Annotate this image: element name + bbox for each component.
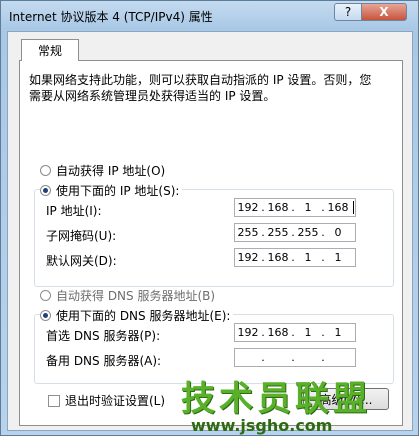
gw-octet-3: 1 bbox=[304, 251, 312, 264]
ip-address-input[interactable]: 192. 168. 1. 168 bbox=[234, 198, 356, 217]
ip-octet-3: 1 bbox=[304, 201, 312, 214]
gw-octet-4: 1 bbox=[334, 251, 342, 264]
tab-panel: 如果网络支持此功能，则可以获取自动指派的 IP 设置。否则，您需要从网络系统管理… bbox=[19, 60, 403, 426]
radio-auto-dns-label: 自动获得 DNS 服务器地址(B) bbox=[56, 289, 216, 303]
radio-auto-ip-label: 自动获得 IP 地址(O) bbox=[56, 164, 166, 178]
default-gateway-input[interactable]: 192. 168. 1. 1 bbox=[234, 248, 356, 267]
default-gateway-label: 默认网关(D): bbox=[46, 254, 117, 268]
radio-auto-ip-circle[interactable] bbox=[40, 165, 51, 176]
pdns-octet-2: 168 bbox=[267, 326, 289, 339]
mask-octet-4: 0 bbox=[334, 226, 342, 239]
radio-manual-ip-label: 使用下面的 IP 地址(S): bbox=[56, 184, 180, 198]
close-button[interactable]: X bbox=[361, 3, 407, 21]
radio-manual-dns-label: 使用下面的 DNS 服务器地址(E): bbox=[56, 309, 231, 323]
validate-checkbox-box[interactable] bbox=[48, 394, 60, 407]
mask-octet-1: 255 bbox=[237, 226, 259, 239]
ip-octet-1: 192 bbox=[237, 201, 259, 214]
window-title: Internet 协议版本 4 (TCP/IPv4) 属性 bbox=[9, 10, 213, 24]
intro-text: 如果网络支持此功能，则可以获取自动指派的 IP 设置。否则，您需要从网络系统管理… bbox=[29, 73, 372, 103]
question-icon: ? bbox=[344, 5, 352, 19]
alternate-dns-label: 备用 DNS 服务器(A): bbox=[46, 354, 162, 368]
radio-manual-ip[interactable]: 使用下面的 IP 地址(S): bbox=[40, 182, 183, 199]
subnet-mask-input[interactable]: 255. 255. 255. 0 bbox=[234, 223, 356, 242]
gw-octet-1: 192 bbox=[237, 251, 259, 264]
ip-octet-2: 168 bbox=[267, 201, 289, 214]
alternate-dns-input[interactable]: . . . bbox=[234, 348, 356, 367]
advanced-button-label: 高级(V)... bbox=[319, 392, 373, 407]
title-bar[interactable]: Internet 协议版本 4 (TCP/IPv4) 属性 ? X bbox=[1, 1, 418, 31]
radio-auto-dns[interactable]: 自动获得 DNS 服务器地址(B) bbox=[40, 287, 215, 304]
tab-general[interactable]: 常规 bbox=[21, 39, 79, 61]
radio-manual-ip-circle[interactable] bbox=[40, 185, 51, 196]
validate-on-exit-checkbox[interactable]: 退出时验证设置(L) bbox=[48, 392, 165, 409]
ip-address-label: IP 地址(I): bbox=[46, 204, 102, 218]
pdns-octet-1: 192 bbox=[237, 326, 259, 339]
mask-octet-2: 255 bbox=[267, 226, 289, 239]
radio-auto-dns-circle[interactable] bbox=[40, 290, 51, 301]
pdns-octet-4: 1 bbox=[334, 326, 342, 339]
advanced-button[interactable]: 高级(V)... bbox=[303, 388, 389, 410]
ip-octet-4: 168 bbox=[327, 201, 349, 214]
pdns-octet-3: 1 bbox=[304, 326, 312, 339]
dialog-window: Internet 协议版本 4 (TCP/IPv4) 属性 ? X 常规 如果网… bbox=[0, 0, 419, 436]
preferred-dns-label: 首选 DNS 服务器(P): bbox=[46, 329, 161, 343]
gw-octet-2: 168 bbox=[267, 251, 289, 264]
radio-manual-dns-circle[interactable] bbox=[40, 310, 51, 321]
radio-auto-ip[interactable]: 自动获得 IP 地址(O) bbox=[40, 162, 165, 179]
radio-manual-dns[interactable]: 使用下面的 DNS 服务器地址(E): bbox=[40, 307, 234, 324]
subnet-mask-label: 子网掩码(U): bbox=[46, 229, 117, 243]
text-caret bbox=[353, 201, 354, 214]
validate-checkbox-label: 退出时验证设置(L) bbox=[65, 394, 166, 408]
tab-label: 常规 bbox=[37, 44, 62, 58]
preferred-dns-input[interactable]: 192. 168. 1. 1 bbox=[234, 323, 356, 342]
close-icon: X bbox=[379, 5, 389, 19]
help-button[interactable]: ? bbox=[334, 3, 362, 21]
dialog-body: 常规 如果网络支持此功能，则可以获取自动指派的 IP 设置。否则，您需要从网络系… bbox=[7, 31, 413, 431]
mask-octet-3: 255 bbox=[297, 226, 319, 239]
